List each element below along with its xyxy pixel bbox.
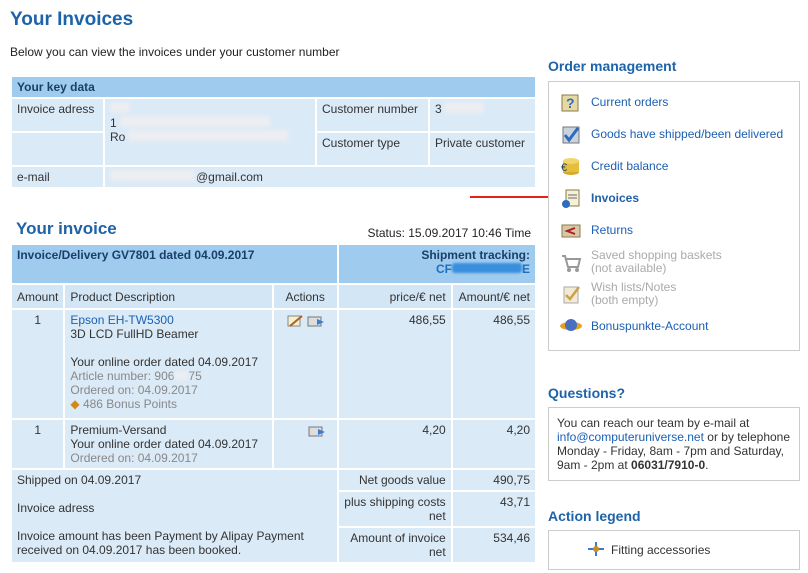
invoice-amount-label: Amount of invoice net [336,526,453,564]
menu-wishlists: Wish lists/Notes (both empty) [557,281,791,307]
customer-type-value: Private customer [428,131,537,167]
edit-note-icon[interactable] [286,314,304,328]
action-legend-panel: Action legend Fitting accessories [548,508,800,570]
svg-text:€: € [561,162,567,174]
menu-bonus-account[interactable]: Bonuspunkte-Account [557,313,791,339]
fitting-accessories-icon[interactable] [308,424,326,438]
menu-current-orders[interactable]: ? Current orders [557,89,791,115]
page-intro: Below you can view the invoices under yo… [10,45,340,59]
returns-link[interactable]: Returns [591,223,633,237]
page-title: Your Invoices [10,9,134,30]
action-legend-title: Action legend [548,508,641,524]
shipping-value: 43,71 [450,490,538,528]
invoices-icon [557,185,585,211]
svg-text:?: ? [566,95,575,111]
menu-returns[interactable]: Returns [557,217,791,243]
product-link[interactable]: Epson EH-TW5300 [70,313,173,327]
invoice-address-value: 1 Ro [103,97,317,167]
invoice-address-label: Invoice adress [10,97,105,133]
net-goods-value: 490,75 [450,468,538,492]
row1-amount: 1 [9,308,66,420]
questions-panel: Questions? You can reach our team by e-m… [548,385,800,481]
col-actions: Actions [271,283,339,310]
customer-type-label: Customer type [315,131,430,167]
table-row: 1 Premium-Versand Your online order date… [9,418,538,470]
invoice-table: Invoice/Delivery GV7801 dated 04.09.2017… [9,243,538,564]
shipment-tracking[interactable]: Shipment tracking: CF E [336,243,538,285]
col-total: Amount/€ net [450,283,538,310]
col-amount: Amount [9,283,66,310]
support-phone: 06031/7910-0 [631,458,706,472]
row1-price: 486,55 [336,308,453,420]
invoice-amount-value: 534,46 [450,526,538,564]
questions-text: You can reach our team by e-mail at info… [548,407,800,481]
fitting-accessories-icon[interactable] [307,314,325,328]
invoices-link[interactable]: Invoices [591,191,639,205]
row2-product: Premium-Versand Your online order dated … [63,418,274,470]
returns-icon [557,217,585,243]
legend-label: Fitting accessories [611,543,711,557]
address-spacer [10,131,105,167]
customer-number-label: Customer number [315,97,430,133]
row1-product: Epson EH-TW5300 3D LCD FullHD Beamer You… [63,308,274,420]
wishlist-icon [557,281,585,307]
row2-amount: 1 [9,418,66,470]
fitting-accessories-legend-icon [587,541,605,560]
delivered-link[interactable]: Goods have shipped/been delivered [591,127,783,141]
support-email-link[interactable]: info@computeruniverse.net [557,430,704,444]
invoice-footer-info: Shipped on 04.09.2017 Invoice adress Inv… [10,468,339,564]
bonus-account-link[interactable]: Bonuspunkte-Account [591,319,708,333]
questions-title: Questions? [548,385,626,401]
credit-balance-icon: € [557,153,585,179]
order-management-title: Order management [548,58,677,74]
email-value: @gmail.com [103,165,537,189]
bonus-icon: ◆ [70,397,80,411]
current-orders-link[interactable]: Current orders [591,95,668,109]
row2-actions [271,418,339,470]
invoice-title: Your invoice [16,219,117,238]
row2-price: 4,20 [336,418,453,470]
menu-invoices[interactable]: Invoices [557,185,791,211]
col-price: price/€ net [336,283,453,310]
row1-total: 486,55 [450,308,538,420]
menu-credit-balance[interactable]: € Credit balance [557,153,791,179]
row1-actions [271,308,339,420]
bonus-icon [557,313,585,339]
menu-saved-baskets: Saved shopping baskets (not available) [557,249,791,275]
current-orders-icon: ? [557,89,585,115]
col-product: Product Description [63,283,274,310]
customer-number-value: 3 [428,97,537,133]
shipping-label: plus shipping costs net [336,490,453,528]
shipment-tracking-label: Shipment tracking: [421,248,530,262]
invoice-status: Status: 15.09.2017 10:46 Time [367,226,531,240]
email-label: e-mail [10,165,105,189]
credit-balance-link[interactable]: Credit balance [591,159,668,173]
table-row: 1 Epson EH-TW5300 3D LCD FullHD Beamer Y… [9,308,538,420]
key-data-table: Your key data Invoice adress 1 Ro Custom… [10,75,537,189]
delivered-icon [557,121,585,147]
menu-delivered[interactable]: Goods have shipped/been delivered [557,121,791,147]
invoice-header: Invoice/Delivery GV7801 dated 04.09.2017 [10,243,339,285]
net-goods-label: Net goods value [336,468,453,492]
order-management-panel: Order management ? Current orders Goods h… [548,58,800,351]
key-data-title: Your key data [10,75,537,99]
basket-icon [557,249,585,275]
row2-total: 4,20 [450,418,538,470]
